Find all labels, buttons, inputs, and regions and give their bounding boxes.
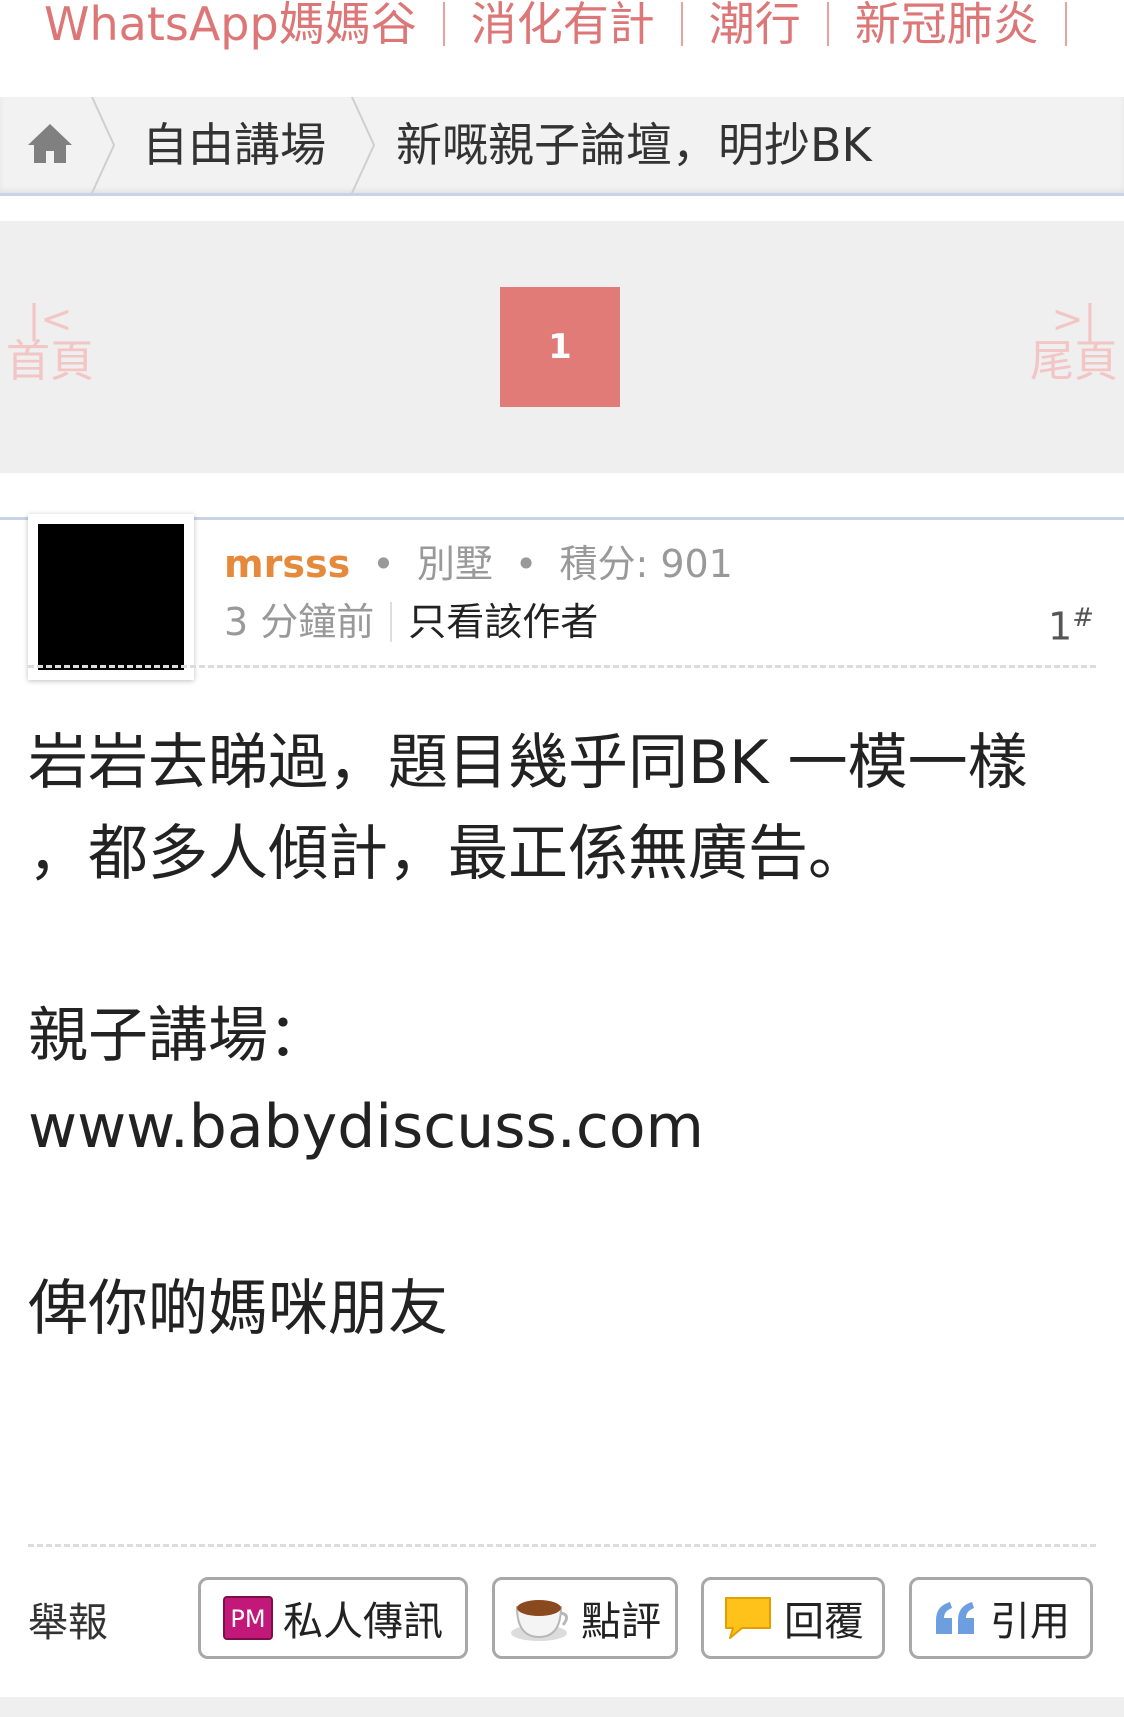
dashed-divider xyxy=(28,1544,1096,1547)
post-content: 岩岩去睇過，題目幾乎同BK 一模一樣 ，都多人傾計，最正係無廣告。 親子講場： … xyxy=(28,718,1098,1355)
last-page-label: 尾頁 xyxy=(1030,336,1118,387)
breadcrumb: 自由講場 新嘅親子論壇，明抄BK xyxy=(0,97,1124,196)
breadcrumb-chevron-icon xyxy=(91,97,116,193)
quote-icon xyxy=(932,1598,980,1638)
first-page-button[interactable]: |< 首頁 xyxy=(6,297,94,387)
comment-label: 點評 xyxy=(581,1599,661,1645)
nav-item-covid[interactable]: 新冠肺炎 xyxy=(855,0,1039,54)
bottom-strip xyxy=(0,1697,1124,1717)
post-time: 3 分鐘前 xyxy=(224,600,375,644)
username[interactable]: mrsss xyxy=(224,542,350,586)
content-link[interactable]: www.babydiscuss.com xyxy=(28,1082,1098,1173)
content-line: 岩岩去睇過，題目幾乎同BK 一模一樣 xyxy=(28,728,1028,798)
post-meta-secondary: 3 分鐘前 只看該作者 xyxy=(224,596,598,648)
top-nav: WhatsApp媽媽谷 消化有計 潮行 新冠肺炎 xyxy=(0,0,1124,96)
breadcrumb-item-thread: 新嘅親子論壇，明抄BK xyxy=(396,118,872,172)
nav-item-trend[interactable]: 潮行 xyxy=(709,0,801,54)
nav-separator xyxy=(1064,2,1067,46)
content-blank-line xyxy=(28,1173,1098,1264)
nav-separator xyxy=(826,2,829,46)
meta-dot: • xyxy=(372,542,395,586)
private-message-label: 私人傳訊 xyxy=(283,1599,443,1645)
quote-button[interactable]: 引用 xyxy=(909,1577,1093,1659)
page-button-current[interactable]: 1 xyxy=(500,287,620,407)
author-only-link[interactable]: 只看該作者 xyxy=(408,596,598,648)
pm-icon-text: PM xyxy=(230,1605,265,1633)
report-link[interactable]: 舉報 xyxy=(28,1598,108,1648)
avatar[interactable] xyxy=(28,514,194,680)
first-page-label: 首頁 xyxy=(6,336,94,387)
meta-separator xyxy=(390,602,393,642)
top-nav-items: WhatsApp媽媽谷 消化有計 潮行 新冠肺炎 xyxy=(44,0,1093,54)
dashed-divider xyxy=(28,665,1096,668)
reply-button[interactable]: 回覆 xyxy=(701,1577,885,1659)
quote-label: 引用 xyxy=(990,1599,1070,1645)
floor-mark: # xyxy=(1072,603,1094,633)
comment-button[interactable]: 點評 xyxy=(492,1577,678,1659)
last-page-icon: >| xyxy=(1051,297,1097,341)
user-score: 積分: 901 xyxy=(559,542,733,586)
avatar-image xyxy=(38,524,184,670)
nav-item-digestion[interactable]: 消化有計 xyxy=(471,0,655,54)
floor-value: 1 xyxy=(1048,604,1073,649)
nav-separator xyxy=(680,2,683,46)
breadcrumb-item-free-talk[interactable]: 自由講場 xyxy=(142,115,326,175)
nav-item-whatsapp[interactable]: WhatsApp媽媽谷 xyxy=(44,0,417,54)
last-page-button[interactable]: >| 尾頁 xyxy=(1030,297,1118,387)
nav-separator xyxy=(442,2,445,46)
coffee-cup-icon xyxy=(509,1593,571,1643)
reply-label: 回覆 xyxy=(784,1599,864,1645)
speech-bubble-icon xyxy=(722,1594,774,1642)
content-line: 俾你啲媽咪朋友 xyxy=(28,1274,448,1344)
pagination: |< 首頁 1 >| 尾頁 xyxy=(0,221,1124,473)
first-page-icon: |< xyxy=(27,297,73,341)
pm-icon: PM xyxy=(223,1596,273,1640)
content-line: ，都多人傾計，最正係無廣告。 xyxy=(28,819,868,889)
breadcrumb-chevron-icon xyxy=(351,97,376,193)
home-icon[interactable] xyxy=(26,121,74,167)
content-line: 親子講場： xyxy=(28,1001,328,1071)
private-message-button[interactable]: PM 私人傳訊 xyxy=(198,1577,468,1659)
post-meta: mrsss • 別墅 • 積分: 901 xyxy=(224,538,733,590)
floor-number: 1# xyxy=(1048,592,1094,653)
meta-dot: • xyxy=(514,542,538,586)
user-rank: 別墅 xyxy=(416,542,493,586)
content-blank-line xyxy=(28,900,1098,991)
